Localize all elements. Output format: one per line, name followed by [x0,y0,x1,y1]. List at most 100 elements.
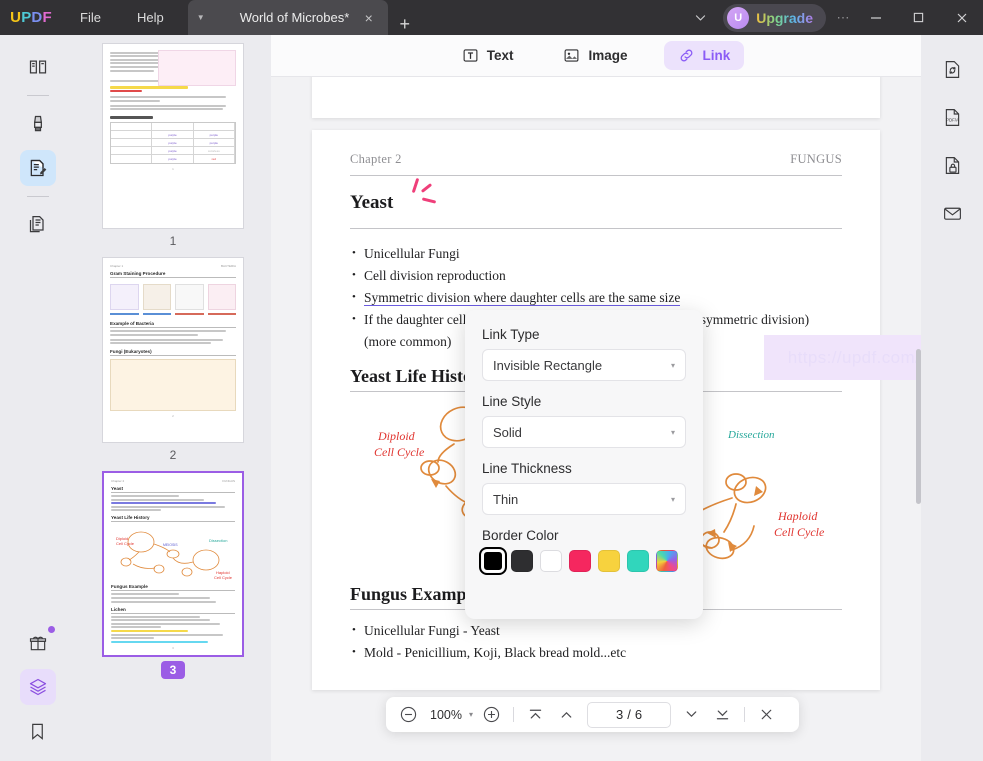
swatch-black[interactable] [478,546,508,576]
text-box-icon [462,47,479,64]
label-line-thickness: Line Thickness [482,461,572,476]
svg-text:Cell Cycle: Cell Cycle [116,541,135,546]
close-toolbar-button[interactable] [752,700,781,729]
chevron-down-icon[interactable]: ▾ [671,495,675,504]
thumbnail-page-number: 3 [172,645,174,650]
zoom-in-button[interactable] [477,700,506,729]
first-page-button[interactable] [521,700,550,729]
sidebar-item-bookmarks[interactable] [20,713,56,749]
link-properties-popup[interactable]: Link Type Invisible Rectangle ▾ Line Sty… [465,310,703,619]
tab-strip: ▼ World of Microbes* × + [187,0,422,35]
zoom-level-value[interactable]: 100% [425,708,467,722]
thumbnail-content-1: purple purple purple purple purple colorles… [103,44,243,228]
header-rule [350,175,842,176]
previous-page-button[interactable] [552,700,581,729]
minimize-button[interactable] [854,0,897,35]
thumbnail-page-1[interactable]: purple purple purple purple purple colorles… [102,43,244,229]
thumbnail-item[interactable]: purple purple purple purple purple colorles… [102,43,244,251]
menu-help[interactable]: Help [119,0,182,35]
thumbnail-item[interactable]: Chapter 1 BACTERIA Gram Staining Procedur… [102,257,244,465]
zoom-dropdown-caret[interactable]: ▾ [469,710,473,719]
label-line-style: Line Style [482,394,542,409]
link-annotation-highlight[interactable]: https://updf.com/ [764,335,921,380]
rail-divider [26,95,49,96]
thumbnail-content-3: Chapter 2 FUNGUS Yeast Yeast Life History [111,479,235,650]
thumbnail-page-number: 1 [172,167,174,172]
page-title-yeast: Yeast [350,192,394,213]
thumbnail-label-2: 2 [169,448,177,462]
tool-link-label: Link [702,48,731,63]
header-section: FUNGUS [790,152,842,166]
page-separator: / [627,707,631,722]
sparkle-decoration [400,176,437,208]
thumbnail-label-3: 3 [160,661,186,679]
svg-text:Cell Cycle: Cell Cycle [374,445,425,459]
next-page-button[interactable] [677,700,706,729]
svg-text:Diploid: Diploid [377,429,416,443]
updf-logo[interactable]: UPDF [0,0,62,35]
svg-text:MEIOSIS: MEIOSIS [163,543,178,547]
select-line-style[interactable]: Solid ▾ [482,416,686,448]
label-link-type: Link Type [482,327,540,342]
select-line-thickness[interactable]: Thin ▾ [482,483,686,515]
chevron-down-icon[interactable] [683,0,717,35]
tool-text[interactable]: Text [448,41,528,70]
svg-text:PDF/A: PDF/A [946,117,959,122]
swatch-pink[interactable] [569,550,591,572]
swatch-rainbow[interactable] [656,550,678,572]
sidebar-item-annotate[interactable] [20,106,56,142]
chevron-down-icon[interactable]: ▾ [671,361,675,370]
email-button[interactable] [934,195,970,231]
protect-pdf-button[interactable] [934,147,970,183]
notification-badge [47,626,55,633]
sidebar-item-edit-pdf[interactable] [19,150,56,186]
pdf-page-2[interactable]: 2 [312,77,880,118]
image-icon [563,47,580,64]
page-number-input[interactable]: 3 / 6 [587,701,671,728]
select-link-type-value: Invisible Rectangle [493,357,603,373]
logo-letter-p: P [21,9,32,26]
zoom-out-button[interactable] [394,700,423,729]
thumbnail-item[interactable]: Chapter 2 FUNGUS Yeast Yeast Life History [102,471,244,681]
sidebar-item-organize-pages[interactable] [20,207,56,243]
title-rule [350,228,842,229]
tab-dropdown-caret[interactable]: ▼ [192,13,210,22]
select-line-style-value: Solid [493,424,522,440]
menu-file[interactable]: File [62,0,119,35]
label-border-color: Border Color [482,528,559,543]
tab-close-icon[interactable]: × [358,7,380,29]
sidebar-item-gifts[interactable] [20,625,56,661]
tool-link[interactable]: Link [663,41,745,70]
upgrade-button[interactable]: U Upgrade [723,3,826,32]
thumbnail-panel[interactable]: purple purple purple purple purple colorles… [75,35,271,761]
thumbnail-page-2[interactable]: Chapter 1 BACTERIA Gram Staining Procedur… [102,257,244,443]
header-chapter: Chapter 2 [350,152,402,166]
chevron-down-icon[interactable]: ▾ [671,428,675,437]
thumbnail-page-3[interactable]: Chapter 2 FUNGUS Yeast Yeast Life History [102,471,244,657]
swatch-dark-gray[interactable] [511,550,533,572]
swatch-teal[interactable] [627,550,649,572]
tool-image[interactable]: Image [549,41,641,70]
select-link-type[interactable]: Invisible Rectangle ▾ [482,349,686,381]
sidebar-item-layers[interactable] [19,669,56,705]
svg-text:Cell Cycle: Cell Cycle [214,575,233,580]
pdfa-button[interactable]: PDF/A [934,99,970,135]
bullet-underline: Symmetric division where daughter cells … [364,290,681,306]
more-options-icon[interactable]: ⋯ [832,10,854,26]
convert-pdf-button[interactable] [934,51,970,87]
titlebar-right-group: U Upgrade ⋯ [683,0,983,35]
swatch-yellow[interactable] [598,550,620,572]
close-window-button[interactable] [940,0,983,35]
new-tab-button[interactable]: + [388,14,422,35]
current-page-value: 3 [615,707,624,722]
last-page-button[interactable] [708,700,737,729]
maximize-button[interactable] [897,0,940,35]
page-navigation-toolbar: 100% ▾ 3 / 6 [386,697,799,732]
sidebar-item-reader[interactable] [20,49,56,85]
bullet-item-linked[interactable]: Symmetric division where daughter cells … [350,287,842,308]
edit-toolbar: Text Image Link [271,35,921,77]
link-chain-icon [678,47,695,64]
logo-letter-f: F [42,9,52,26]
document-tab[interactable]: ▼ World of Microbes* × [187,0,388,35]
swatch-white[interactable] [540,550,562,572]
